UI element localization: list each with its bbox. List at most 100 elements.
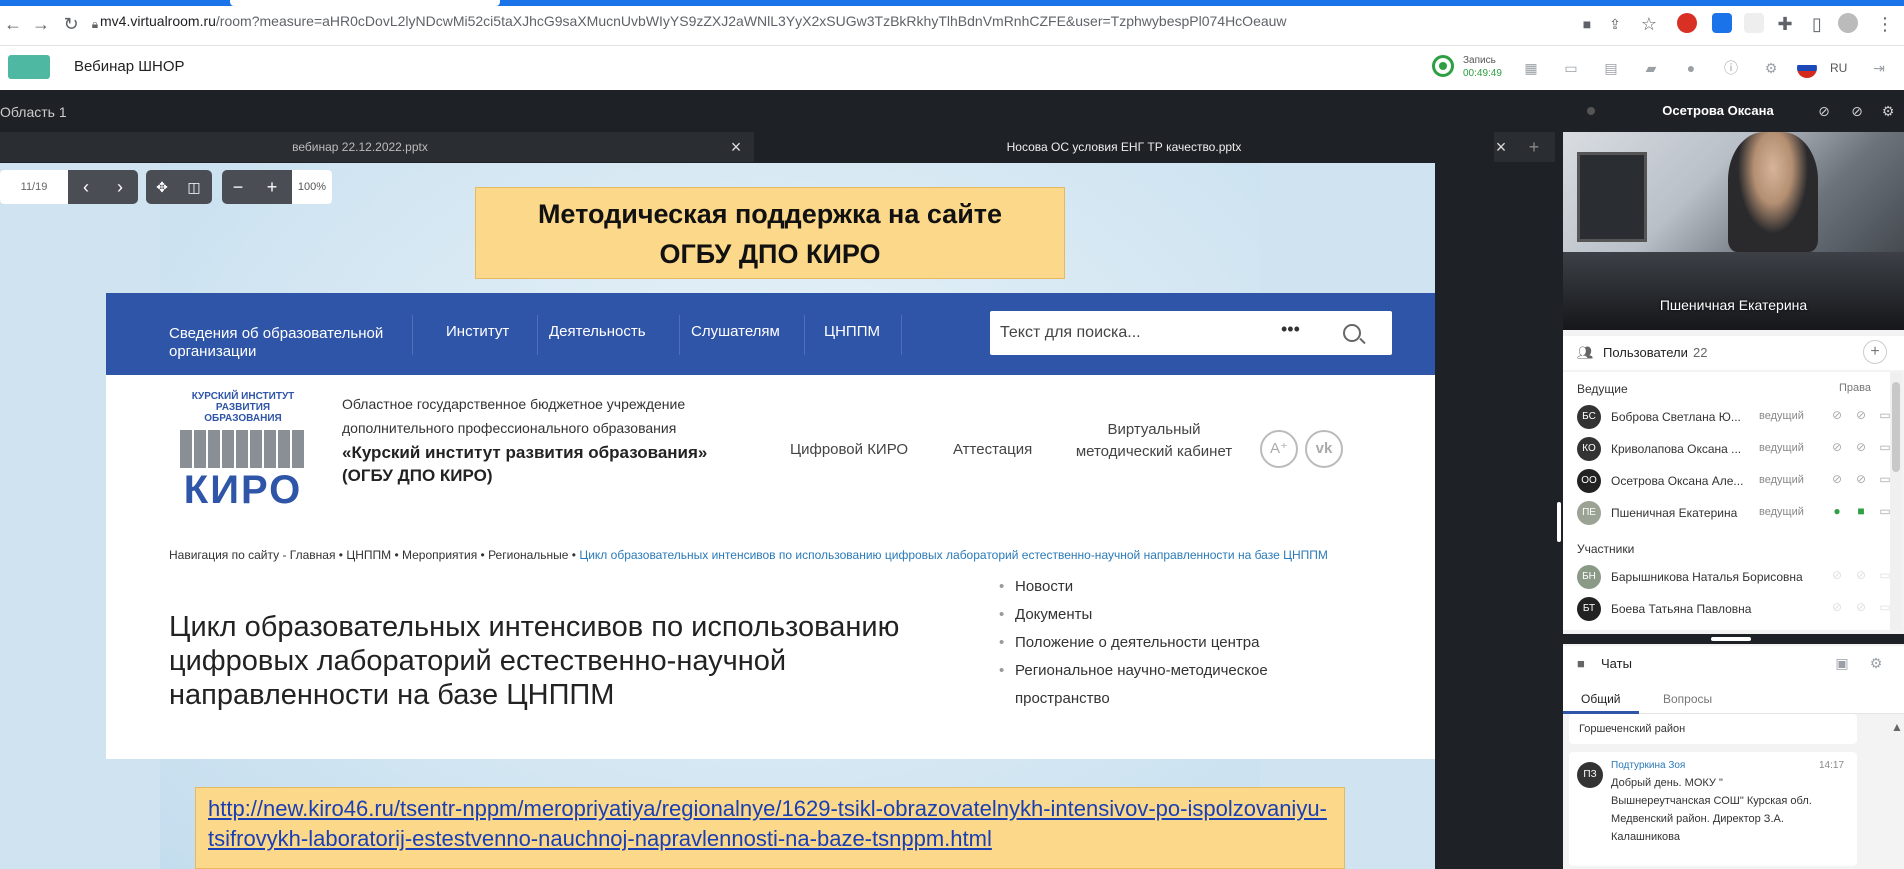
avatar: БС bbox=[1577, 405, 1601, 429]
screen-icon[interactable]: ▭ bbox=[1877, 600, 1890, 616]
camera-on-icon[interactable]: ■ bbox=[1853, 504, 1869, 520]
gear-icon[interactable]: ⚙ bbox=[1877, 100, 1899, 122]
tab-general[interactable]: Общий bbox=[1581, 692, 1621, 706]
nav-separator bbox=[679, 315, 680, 355]
splitter-grip[interactable] bbox=[1711, 637, 1751, 641]
divider-grip[interactable] bbox=[1557, 502, 1561, 542]
extension-search-icon[interactable] bbox=[1744, 13, 1764, 33]
logo-building-graphic bbox=[180, 430, 306, 468]
chevron-right-icon[interactable]: › bbox=[104, 170, 136, 204]
screen-icon[interactable]: ▭ bbox=[1877, 504, 1890, 520]
panel-splitter[interactable] bbox=[1563, 634, 1904, 644]
user-list: Ведущие Права БС Боброва Светлана Ю... в… bbox=[1563, 372, 1890, 630]
language-selector[interactable]: RU bbox=[1830, 61, 1847, 75]
info-icon[interactable]: ⓘ bbox=[1722, 59, 1740, 77]
chat-message: Горшеченский район bbox=[1569, 714, 1857, 744]
nav-item-institute: Институт bbox=[446, 323, 510, 340]
doc-tab-1[interactable]: вебинар 22.12.2022.pptx bbox=[0, 132, 720, 162]
link-virtual-cabinet-line-1: Виртуальный bbox=[1107, 421, 1201, 438]
user-list-scrollbar[interactable] bbox=[1890, 372, 1902, 630]
page-indicator[interactable]: 11/19 bbox=[0, 170, 68, 204]
screen-share-icon[interactable]: ▭ bbox=[1562, 59, 1580, 77]
move-icon[interactable]: ✥ bbox=[146, 170, 178, 204]
back-icon[interactable]: ← bbox=[2, 14, 24, 34]
user-row[interactable]: КО Криволапова Оксана ... ведущий ⊘ ⊘ ▭ bbox=[1573, 434, 1890, 464]
active-browser-tab[interactable] bbox=[230, 0, 500, 6]
zoom-out-icon[interactable]: − bbox=[222, 170, 254, 204]
camera-off-icon[interactable]: ⊘ bbox=[1853, 472, 1869, 488]
russian-flag-icon[interactable] bbox=[1797, 58, 1817, 78]
zoom-level[interactable]: 100% bbox=[292, 170, 332, 204]
zoom-in-icon[interactable]: + bbox=[256, 170, 288, 204]
bookmark-star-icon[interactable]: ☆ bbox=[1638, 14, 1660, 34]
add-tab-icon[interactable]: + bbox=[1524, 132, 1544, 162]
address-bar[interactable]: mv4.virtualroom.ru/room?measure=aHR0cDov… bbox=[100, 13, 1287, 29]
doc-tab-2-label: Носова ОС условия ЕНГ ТР качество.pptx bbox=[1006, 140, 1242, 154]
exit-icon[interactable]: ⇥ bbox=[1870, 59, 1888, 77]
extension-red-icon[interactable] bbox=[1677, 13, 1697, 33]
message-author[interactable]: Подтуркина Зоя bbox=[1611, 760, 1685, 771]
chats-header: ■ Чаты ▣ ⚙ bbox=[1563, 646, 1904, 680]
user-settings-icon[interactable]: ● bbox=[1682, 59, 1700, 77]
camera-off-icon[interactable]: ⊘ bbox=[1853, 408, 1869, 424]
users-header: 👥︎ Пользователи 22 + bbox=[1563, 336, 1904, 370]
camera-off-icon[interactable]: ⊘ bbox=[1853, 568, 1869, 584]
fit-width-icon[interactable]: ◫ bbox=[178, 170, 210, 204]
zoom-tools: − + 100% bbox=[222, 170, 332, 204]
mic-off-icon[interactable]: ⊘ bbox=[1813, 100, 1835, 122]
add-user-button[interactable]: + bbox=[1863, 340, 1887, 364]
mic-off-icon[interactable]: ⊘ bbox=[1829, 600, 1845, 616]
document-tabs: вебинар 22.12.2022.pptx × Носова ОС усло… bbox=[0, 132, 1555, 162]
rights-label: Права bbox=[1839, 382, 1871, 394]
presentation-icon[interactable]: ▤ bbox=[1602, 59, 1620, 77]
side-panel-icon[interactable]: ▯ bbox=[1806, 14, 1828, 34]
chat-export-icon[interactable]: ▣ bbox=[1833, 654, 1851, 672]
user-row[interactable]: ОО Осетрова Оксана Але... ведущий ⊘ ⊘ ▭ bbox=[1573, 466, 1890, 496]
layout-grid-icon[interactable]: ▦ bbox=[1522, 59, 1540, 77]
chevron-left-icon[interactable]: ‹ bbox=[70, 170, 102, 204]
mic-on-icon[interactable]: ● bbox=[1829, 504, 1845, 520]
website-page-title: Цикл образовательных интенсивов по испол… bbox=[169, 611, 900, 711]
mic-off-icon[interactable]: ⊘ bbox=[1829, 440, 1845, 456]
close-icon[interactable]: × bbox=[726, 132, 746, 162]
camera-off-icon[interactable]: ⊘ bbox=[1846, 100, 1868, 122]
mic-off-icon[interactable]: ⊘ bbox=[1829, 472, 1845, 488]
screen-icon[interactable]: ▭ bbox=[1877, 568, 1890, 584]
scrollbar-thumb[interactable] bbox=[1892, 382, 1900, 472]
panel-divider[interactable] bbox=[1555, 90, 1563, 869]
chat-scroll-up-icon[interactable]: ▲ bbox=[1889, 720, 1904, 736]
user-name: Осетрова Оксана Але... bbox=[1611, 474, 1744, 488]
chat-message: ПЗ Подтуркина Зоя 14:17 Добрый день. МОК… bbox=[1569, 752, 1857, 866]
profile-avatar-icon[interactable] bbox=[1838, 13, 1858, 33]
camera-off-icon[interactable]: ⊘ bbox=[1853, 600, 1869, 616]
screen-icon[interactable]: ▭ bbox=[1877, 408, 1890, 424]
breadcrumb-current: Цикл образовательных интенсивов по испол… bbox=[579, 548, 1328, 562]
user-row[interactable]: БТ Боева Татьяна Павловна ⊘ ⊘ ▭ bbox=[1573, 594, 1890, 624]
user-row[interactable]: ПЕ Пшеничная Екатерина ведущий ● ■ ▭ bbox=[1573, 498, 1890, 528]
user-row[interactable]: БС Боброва Светлана Ю... ведущий ⊘ ⊘ ▭ bbox=[1573, 402, 1890, 432]
screen-icon[interactable]: ▭ bbox=[1877, 440, 1890, 456]
gear-icon[interactable]: ⚙ bbox=[1762, 59, 1780, 77]
slide-link[interactable]: http://new.kiro46.ru/tsentr-nppm/meropri… bbox=[195, 787, 1345, 869]
gear-icon[interactable]: ⚙ bbox=[1867, 654, 1885, 672]
screen-icon[interactable]: ▭ bbox=[1877, 472, 1890, 488]
tab-questions[interactable]: Вопросы bbox=[1663, 692, 1712, 706]
reload-icon[interactable]: ↻ bbox=[60, 14, 82, 34]
logo-brand: КИРО bbox=[183, 468, 303, 512]
camera-off-icon[interactable]: ⊘ bbox=[1853, 440, 1869, 456]
webinar-title: Вебинар ШНОР bbox=[74, 58, 185, 75]
nav-item-listeners: Слушателям bbox=[691, 323, 780, 340]
forward-icon[interactable]: → bbox=[30, 14, 52, 34]
mic-off-icon[interactable]: ⊘ bbox=[1829, 568, 1845, 584]
extensions-puzzle-icon[interactable]: ✚ bbox=[1774, 14, 1796, 34]
user-row[interactable]: БН Барышникова Наталья Борисовна ⊘ ⊘ ▭ bbox=[1573, 562, 1890, 592]
folder-icon[interactable]: ▰ bbox=[1642, 59, 1660, 77]
record-indicator-icon[interactable] bbox=[1432, 55, 1454, 77]
extension-blue-icon[interactable] bbox=[1712, 13, 1732, 33]
doc-tab-2[interactable]: Носова ОС условия ЕНГ ТР качество.pptx bbox=[754, 132, 1494, 162]
close-icon[interactable]: × bbox=[1491, 132, 1511, 162]
browser-menu-icon[interactable]: ⋮ bbox=[1874, 14, 1896, 34]
share-icon[interactable]: ⇪ bbox=[1604, 14, 1626, 34]
mic-off-icon[interactable]: ⊘ bbox=[1829, 408, 1845, 424]
camera-icon[interactable]: ■ bbox=[1576, 14, 1598, 34]
